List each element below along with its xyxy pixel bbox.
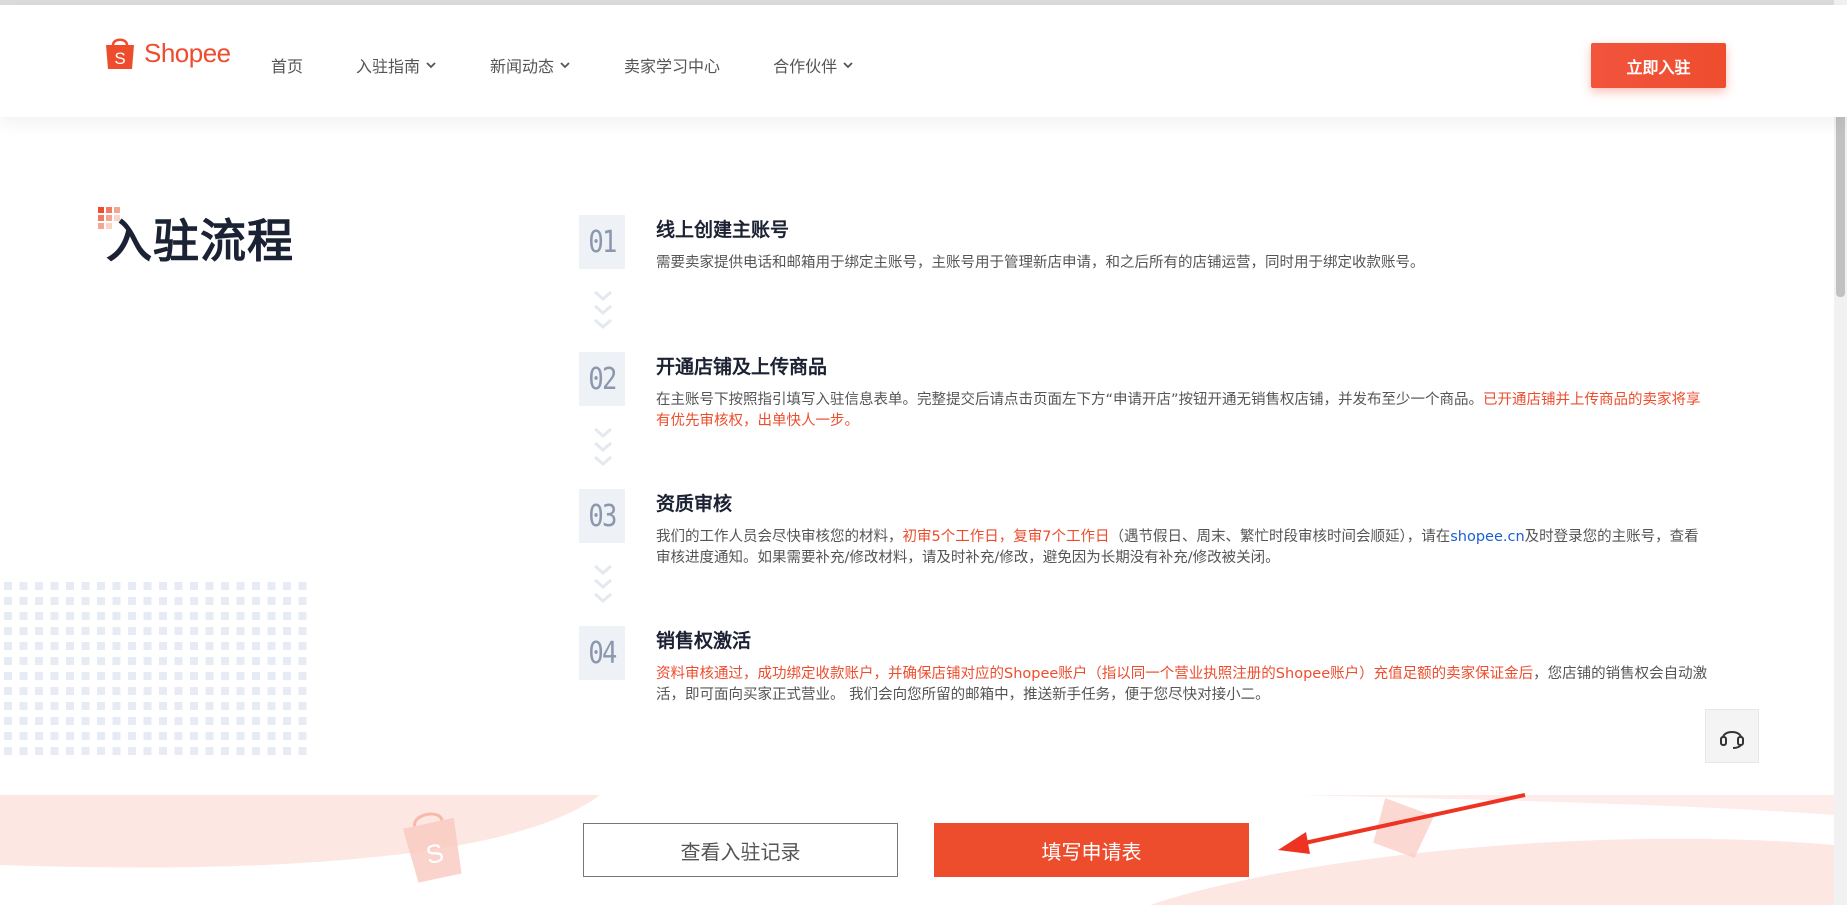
chevron-down-icon [426, 62, 436, 69]
step-description: 我们的工作人员会尽快审核您的材料，初审5个工作日，复审7个工作日（遇节假日、周末… [656, 527, 1708, 569]
step-number: 04 [579, 626, 625, 680]
nav-news[interactable]: 新闻动态 [490, 53, 571, 77]
step-title: 线上创建主账号 [656, 219, 790, 241]
nav-learning-center[interactable]: 卖家学习中心 [624, 53, 720, 77]
join-now-button[interactable]: 立即入驻 [1591, 43, 1726, 88]
shopee-cn-link[interactable]: shopee.cn [1450, 529, 1524, 545]
view-records-button[interactable]: 查看入驻记录 [583, 823, 898, 877]
chevron-down-icon [560, 62, 570, 69]
step-desc-text: （遇节假日、周末、繁忙时段审核时间会顺延），请在 [1109, 529, 1451, 545]
down-arrows-icon [594, 564, 612, 603]
down-arrows-icon [594, 290, 612, 329]
svg-text:S: S [114, 49, 125, 68]
nav-home-label: 首页 [271, 57, 304, 76]
step-title: 开通店铺及上传商品 [656, 356, 828, 378]
customer-support-button[interactable] [1705, 709, 1759, 763]
step-desc-text: 我们的工作人员会尽快审核您的材料， [656, 529, 903, 545]
shopee-bag-icon: S [106, 38, 134, 69]
step-description: 需要卖家提供电话和邮箱用于绑定主账号，主账号用于管理新店申请，和之后所有的店铺运… [656, 255, 1425, 271]
annotation-arrow-icon [1278, 793, 1526, 854]
nav-partners[interactable]: 合作伙伴 [773, 53, 854, 77]
nav-partners-label: 合作伙伴 [773, 57, 838, 76]
step-title: 资质审核 [656, 493, 733, 515]
action-bar: S [0, 795, 1834, 905]
step-number: 03 [579, 489, 625, 543]
nav-guide[interactable]: 入驻指南 [356, 53, 437, 77]
headset-icon [1720, 731, 1744, 749]
fill-application-button[interactable]: 填写申请表 [934, 823, 1249, 877]
nav-news-label: 新闻动态 [490, 57, 555, 76]
shopee-logo[interactable]: S Shopee [104, 35, 231, 71]
site-header: S Shopee 首页 入驻指南 新闻动态 卖家学习中心 合作伙伴 立即入驻 [0, 5, 1847, 117]
main-nav: 首页 入驻指南 新闻动态 卖家学习中心 合作伙伴 [271, 53, 907, 77]
logo-text: Shopee [144, 37, 231, 68]
step-desc-text: 在主账号下按照指引填写入驻信息表单。完整提交后请点击页面左下方“申请开店”按钮开… [656, 392, 1484, 408]
step-desc-highlight: 资料审核通过，成功绑定收款账户，并确保店铺对应的Shopee账户（指以同一个营业… [656, 666, 1534, 682]
page-scrollbar[interactable] [1834, 0, 1847, 905]
decor-waves: S [0, 795, 1834, 905]
step-number: 02 [579, 352, 625, 406]
page-title: 入驻流程 [106, 214, 294, 268]
step-desc-highlight: 初审5个工作日，复审7个工作日 [902, 529, 1110, 545]
down-arrows-icon [594, 427, 612, 466]
nav-guide-label: 入驻指南 [356, 57, 421, 76]
nav-home[interactable]: 首页 [271, 53, 303, 77]
chevron-down-icon [843, 62, 853, 69]
nav-learning-center-label: 卖家学习中心 [624, 57, 721, 76]
step-number: 01 [579, 215, 625, 269]
step-description: 在主账号下按照指引填写入驻信息表单。完整提交后请点击页面左下方“申请开店”按钮开… [656, 390, 1708, 432]
section-title-block: 入驻流程 [96, 205, 294, 271]
decor-dot-grid [4, 582, 307, 755]
step-description: 资料审核通过，成功绑定收款账户，并确保店铺对应的Shopee账户（指以同一个营业… [656, 664, 1708, 706]
step-title: 销售权激活 [656, 630, 752, 652]
